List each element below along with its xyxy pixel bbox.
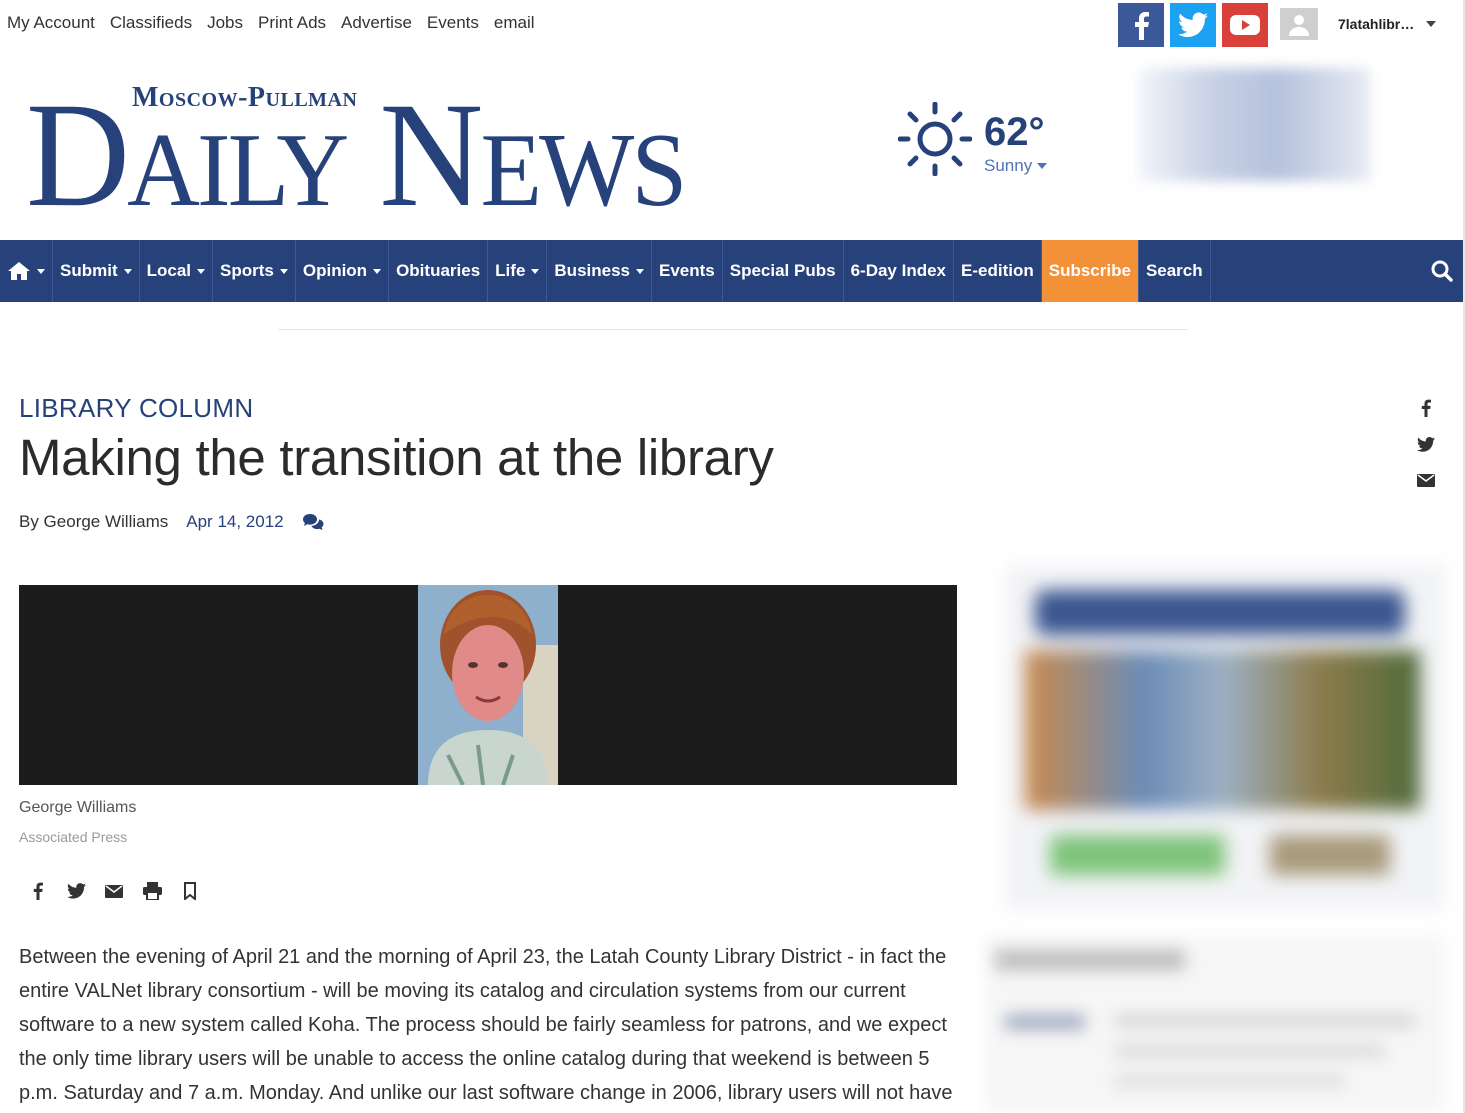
utility-links: My Account Classifieds Jobs Print Ads Ad… <box>7 13 535 33</box>
facebook-icon[interactable] <box>28 881 48 901</box>
nav-6-day-index[interactable]: 6-Day Index <box>844 240 955 302</box>
main-nav: Submit Local Sports Opinion Obituaries Life Bu… <box>0 240 1463 302</box>
print-icon[interactable] <box>142 881 162 901</box>
advertise-link[interactable]: Advertise <box>341 13 412 33</box>
email-icon[interactable] <box>104 881 124 901</box>
ad-image <box>1025 650 1420 810</box>
site-logo[interactable]: Daily News Moscow-Pullman <box>26 72 691 230</box>
search-icon <box>1431 260 1453 282</box>
module-title <box>995 950 1185 970</box>
nav-opinion[interactable]: Opinion <box>296 240 390 302</box>
ad-button <box>1270 835 1390 875</box>
events-link[interactable]: Events <box>427 13 479 33</box>
module-line <box>1115 1075 1345 1087</box>
nav-e-edition[interactable]: E-edition <box>954 240 1042 302</box>
comments-icon[interactable] <box>302 513 324 531</box>
chevron-down-icon <box>531 268 540 274</box>
nav-search[interactable]: Search <box>1139 240 1211 302</box>
photo-caption: George Williams <box>19 799 137 816</box>
print-ads-link[interactable]: Print Ads <box>258 13 326 33</box>
header-ad[interactable] <box>1138 68 1370 181</box>
nav-label: E-edition <box>961 261 1034 280</box>
author-portrait[interactable] <box>418 585 558 785</box>
youtube-icon[interactable] <box>1222 3 1268 47</box>
nav-life[interactable]: Life <box>488 240 548 302</box>
twitter-icon[interactable] <box>1416 434 1436 454</box>
jobs-link[interactable]: Jobs <box>207 13 243 33</box>
weather-readout: 62° Sunny <box>984 102 1048 176</box>
chevron-down-icon[interactable] <box>1426 21 1437 27</box>
chevron-down-icon <box>279 268 288 274</box>
nav-label: Obituaries <box>396 261 481 280</box>
nav-home[interactable] <box>0 240 53 302</box>
user-menu[interactable]: 7latahlibr… <box>1280 8 1437 40</box>
module-line <box>1115 1045 1385 1057</box>
nav-local[interactable]: Local <box>140 240 214 302</box>
nav-label: Special Pubs <box>729 261 836 280</box>
section-kicker[interactable]: LIBRARY COLUMN <box>19 393 253 424</box>
username[interactable]: 7latahlibr… <box>1338 16 1414 32</box>
nav-label: Opinion <box>302 261 368 280</box>
facebook-icon[interactable] <box>1118 3 1164 47</box>
nav-subscribe[interactable]: Subscribe <box>1041 240 1139 302</box>
ad-button <box>1050 835 1225 875</box>
email-link[interactable]: email <box>494 13 535 33</box>
nav-label: Submit <box>60 261 118 280</box>
nav-label: Sports <box>220 261 274 280</box>
nav-label: Business <box>554 261 630 280</box>
chevron-down-icon <box>373 268 382 274</box>
nav-special-pubs[interactable]: Special Pubs <box>723 240 844 302</box>
article-tools <box>28 881 200 901</box>
search-button[interactable] <box>1431 240 1463 302</box>
nav-label: Search <box>1145 261 1203 280</box>
nav-label: Life <box>495 261 526 280</box>
article-headline: Making the transition at the library <box>19 429 774 486</box>
nav-submit[interactable]: Submit <box>53 240 140 302</box>
masthead: Daily News Moscow-Pullman 62° Sunny <box>0 60 1465 235</box>
sidebar-ad[interactable] <box>1005 565 1445 910</box>
logo-subtitle: Moscow-Pullman <box>132 82 358 113</box>
nav-events[interactable]: Events <box>652 240 723 302</box>
divider <box>278 329 1188 330</box>
nav-obituaries[interactable]: Obituaries <box>389 240 489 302</box>
module-line <box>1005 1015 1085 1029</box>
twitter-icon[interactable] <box>1170 3 1216 47</box>
ad-banner <box>1035 590 1405 635</box>
chevron-down-icon <box>123 268 132 274</box>
twitter-icon[interactable] <box>66 881 86 901</box>
module-line <box>1115 1015 1415 1027</box>
facebook-icon[interactable] <box>1416 398 1436 418</box>
author[interactable]: By George Williams <box>19 512 168 532</box>
home-icon <box>8 262 30 280</box>
article-body: Between the evening of April 21 and the … <box>19 946 953 1104</box>
classifieds-link[interactable]: Classifieds <box>110 13 192 33</box>
my-account-link[interactable]: My Account <box>7 13 95 33</box>
nav-label: Subscribe <box>1048 261 1131 280</box>
chevron-down-icon <box>197 268 206 274</box>
nav-label: 6-Day Index <box>850 261 947 280</box>
photo-credit: Associated Press <box>19 829 128 845</box>
weather-condition-label: Sunny <box>984 156 1033 175</box>
share-sidebar <box>1416 398 1436 490</box>
email-icon[interactable] <box>1416 470 1436 490</box>
byline: By George Williams Apr 14, 2012 <box>19 512 324 532</box>
chevron-down-icon <box>1037 163 1048 169</box>
weather-widget[interactable]: 62° Sunny <box>898 102 1048 176</box>
article-photo[interactable] <box>19 585 957 785</box>
publish-date: Apr 14, 2012 <box>186 512 284 531</box>
nav-label: Local <box>146 261 192 280</box>
nav-label: Events <box>659 261 715 280</box>
weather-condition[interactable]: Sunny <box>984 156 1048 176</box>
weather-temp: 62° <box>984 110 1045 154</box>
nav-sports[interactable]: Sports <box>213 240 296 302</box>
chevron-down-icon <box>636 268 644 274</box>
sidebar-module <box>985 935 1445 1113</box>
chevron-down-icon <box>37 268 45 274</box>
avatar[interactable] <box>1280 8 1318 40</box>
utility-bar: My Account Classifieds Jobs Print Ads Ad… <box>0 0 1465 48</box>
bookmark-icon[interactable] <box>180 881 200 901</box>
nav-business[interactable]: Business <box>547 240 652 302</box>
sun-icon <box>898 102 972 176</box>
social-links <box>1118 3 1268 47</box>
